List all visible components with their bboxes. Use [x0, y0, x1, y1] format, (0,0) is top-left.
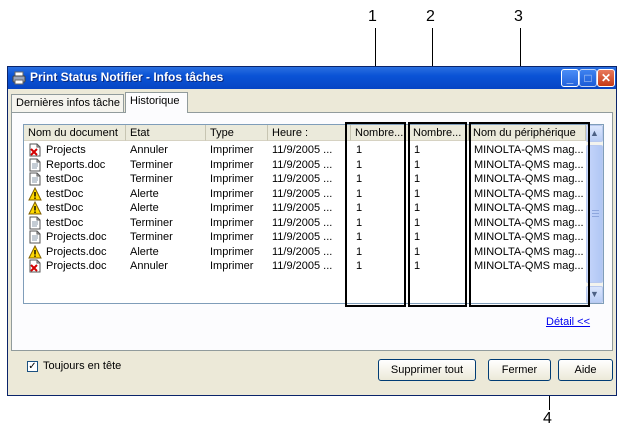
cell-document: testDoc — [46, 202, 84, 214]
always-on-top-checkbox[interactable]: ✓ — [27, 361, 38, 372]
callout-4: 4 — [543, 410, 552, 427]
callout-3: 3 — [514, 8, 523, 25]
cell-status: Annuler — [130, 260, 168, 272]
cell-type: Imprimer — [210, 245, 254, 258]
cell-time: 11/9/2005 ... — [272, 216, 333, 229]
column-header-status[interactable]: Etat — [126, 125, 206, 141]
cell-type: Imprimer — [210, 216, 254, 229]
cell-time: 11/9/2005 ... — [272, 187, 333, 200]
checkmark-icon: ✓ — [28, 361, 37, 372]
cell-document: Projects.doc — [46, 260, 107, 272]
tab-latest-job-info[interactable]: Dernières infos tâche — [11, 94, 124, 112]
callout-box-1 — [345, 122, 406, 307]
cell-type: Imprimer — [210, 187, 254, 200]
warning-icon — [28, 201, 42, 215]
thumb-grip — [592, 210, 599, 211]
always-on-top-label: Toujours en tête — [43, 360, 122, 372]
error-doc-icon — [29, 259, 41, 273]
document-icon — [29, 158, 41, 171]
printer-icon — [12, 71, 26, 85]
callout-box-3 — [469, 122, 590, 307]
title-bar[interactable]: Print Status Notifier - Infos tâches _ □… — [8, 67, 616, 89]
thumb-grip — [592, 213, 599, 214]
cell-time: 11/9/2005 ... — [272, 173, 333, 185]
cell-status: Alerte — [130, 245, 159, 258]
cell-status: Annuler — [130, 144, 168, 156]
document-icon — [29, 230, 41, 244]
cell-document: testDoc — [46, 187, 84, 200]
cell-status: Terminer — [130, 216, 173, 229]
cell-document: testDoc — [46, 173, 84, 185]
cell-status: Terminer — [130, 158, 173, 171]
maximize-icon: □ — [584, 71, 592, 85]
error-doc-icon — [29, 143, 41, 157]
tab-history[interactable]: Historique — [125, 92, 188, 113]
document-icon — [29, 216, 41, 229]
thumb-grip — [592, 216, 599, 217]
cell-time: 11/9/2005 ... — [272, 158, 333, 171]
warning-icon — [28, 186, 42, 200]
column-header-type[interactable]: Type — [206, 125, 268, 141]
close-window-button[interactable]: ✕ — [597, 69, 615, 87]
close-button[interactable]: Fermer — [488, 359, 551, 381]
column-header-time[interactable]: Heure : — [268, 125, 351, 141]
cell-type: Imprimer — [210, 173, 254, 185]
cell-status: Terminer — [130, 231, 173, 243]
column-header-document[interactable]: Nom du document — [24, 125, 126, 141]
minimize-icon: _ — [566, 71, 574, 85]
minimize-button[interactable]: _ — [561, 69, 579, 87]
cell-status: Alerte — [130, 187, 159, 200]
callout-2: 2 — [426, 8, 435, 25]
cell-type: Imprimer — [210, 231, 254, 243]
cell-type: Imprimer — [210, 158, 254, 171]
cell-document: Projects.doc — [46, 231, 107, 243]
cell-document: Projects.doc — [46, 245, 107, 258]
maximize-button[interactable]: □ — [579, 69, 597, 87]
cell-type: Imprimer — [210, 144, 254, 156]
cell-type: Imprimer — [210, 260, 254, 272]
cell-document: Reports.doc — [46, 158, 106, 171]
cell-document: Projects — [46, 144, 86, 156]
detail-toggle-link[interactable]: Détail << — [546, 316, 590, 328]
callout-1: 1 — [368, 8, 377, 25]
delete-all-button[interactable]: Supprimer tout — [378, 359, 476, 381]
callout-box-2 — [408, 122, 467, 307]
cell-status: Terminer — [130, 173, 173, 185]
cell-time: 11/9/2005 ... — [272, 245, 333, 258]
cell-type: Imprimer — [210, 202, 254, 214]
cell-time: 11/9/2005 ... — [272, 202, 333, 214]
cell-time: 11/9/2005 ... — [272, 144, 333, 156]
help-button[interactable]: Aide — [558, 359, 613, 381]
cell-document: testDoc — [46, 216, 84, 229]
cell-time: 11/9/2005 ... — [272, 231, 333, 243]
cell-time: 11/9/2005 ... — [272, 260, 333, 272]
window-title: Print Status Notifier - Infos tâches — [30, 70, 224, 84]
cell-status: Alerte — [130, 202, 159, 214]
document-icon — [29, 172, 41, 186]
warning-icon — [28, 244, 42, 258]
close-icon: ✕ — [600, 71, 612, 85]
